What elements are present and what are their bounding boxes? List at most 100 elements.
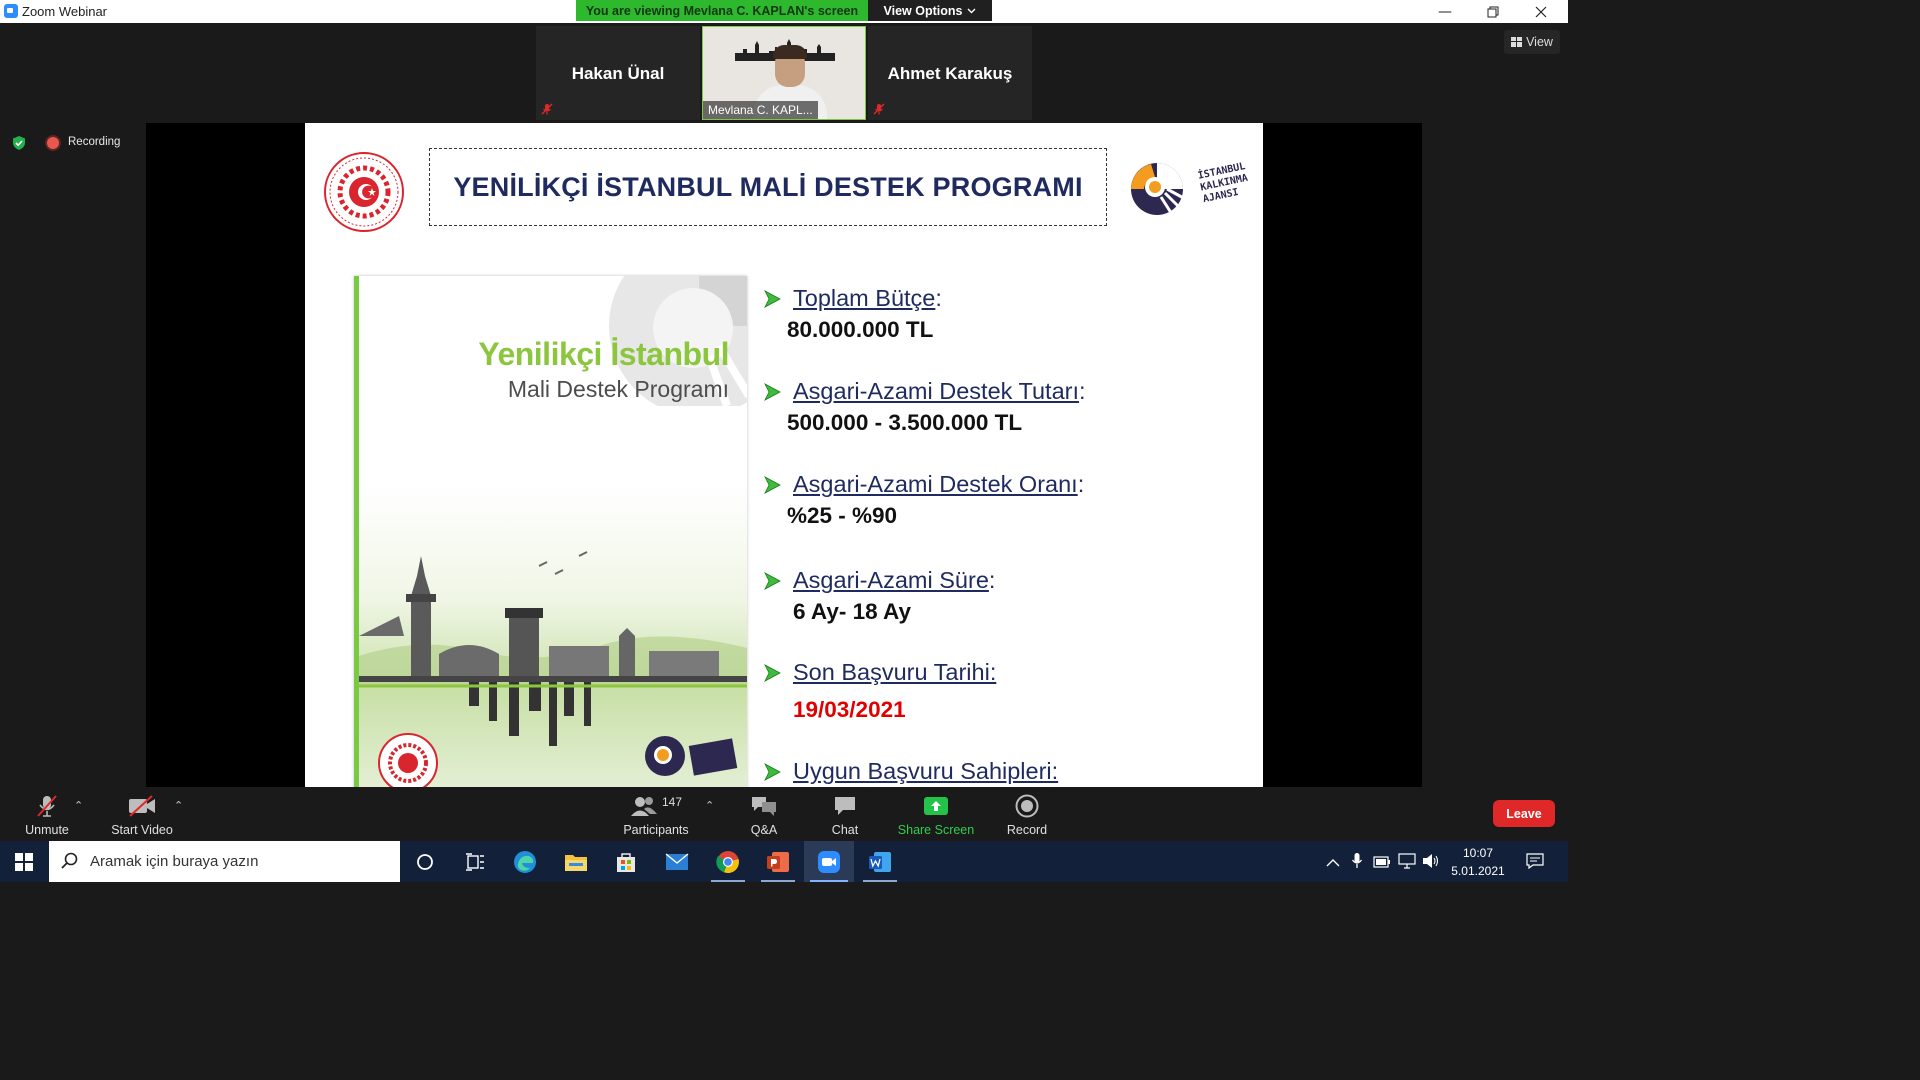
qa-label: Q&A (750, 823, 778, 837)
qa-button[interactable]: Q&A (736, 787, 792, 841)
store-icon (617, 852, 635, 872)
share-screen-label: Share Screen (897, 823, 975, 837)
bullet-label-suffix: : (935, 285, 942, 311)
unmute-button[interactable]: Unmute (18, 787, 76, 841)
restore-icon (1487, 6, 1499, 17)
participants-icon: 147 (630, 793, 682, 819)
chat-button[interactable]: Chat (818, 787, 872, 841)
taskbar-edge[interactable] (500, 841, 550, 882)
bullet-label: Uygun Başvuru Sahipleri: (793, 758, 1058, 785)
task-view-icon (466, 852, 484, 871)
taskbar-word[interactable] (855, 841, 905, 882)
green-arrow-icon (764, 383, 781, 401)
view-label: View (1526, 35, 1553, 49)
participant-tile-ahmet[interactable]: Ahmet Karakuş (868, 26, 1032, 120)
bullet-value: 6 Ay- 18 Ay (793, 599, 911, 624)
presentation-slide: YENİLİKÇİ İSTANBUL MALİ DESTEK PROGRAMI … (305, 123, 1263, 787)
program-brochure-cover: Yenilikçi İstanbul Mali Destek Programı (354, 276, 747, 787)
search-placeholder: Aramak için buraya yazın (90, 853, 259, 870)
tray-network-icon[interactable] (1398, 853, 1416, 874)
windows-logo-icon (15, 852, 33, 871)
taskbar-file-explorer[interactable] (551, 841, 601, 882)
meeting-toolbar: Unmute ⌃ Start Video ⌃ 147 Participants … (0, 787, 1568, 841)
word-icon (869, 851, 891, 872)
taskbar-zoom[interactable] (804, 841, 854, 882)
cortana-icon (417, 853, 433, 870)
ministry-seal-logo (324, 152, 404, 232)
brochure-agency-logo (645, 736, 738, 776)
participants-options-caret[interactable]: ⌃ (705, 799, 714, 812)
security-shield-icon[interactable] (11, 135, 27, 151)
tray-microphone-icon[interactable] (1351, 853, 1363, 874)
bullet-label-text: Uygun Başvuru Sahipleri: (793, 758, 1059, 784)
minimize-button[interactable]: — (1422, 0, 1468, 23)
brochure-seal-logo (378, 733, 438, 787)
clock-date: 5.01.2021 (1451, 864, 1505, 878)
taskbar-clock[interactable]: 10:07 5.01.2021 (1446, 844, 1510, 880)
audio-options-caret[interactable]: ⌃ (74, 799, 83, 812)
slide-title: YENİLİKÇİ İSTANBUL MALİ DESTEK PROGRAMI (453, 171, 1083, 202)
unmute-label: Unmute (25, 823, 69, 837)
bullet-label-text: Asgari-Azami Destek Oranı (793, 471, 1078, 497)
taskbar-mail[interactable] (652, 841, 702, 882)
close-icon (1535, 6, 1547, 17)
green-arrow-icon (764, 290, 781, 308)
grid-icon (1511, 37, 1523, 47)
bullet-label-text: Asgari-Azami Destek Tutarı (793, 378, 1080, 404)
muted-mic-icon (34, 793, 60, 819)
record-button[interactable]: Record (1000, 787, 1054, 841)
view-options-button[interactable]: View Options (868, 0, 992, 21)
video-options-caret[interactable]: ⌃ (174, 799, 183, 812)
share-screen-button[interactable]: Share Screen (896, 787, 976, 841)
tray-overflow-chevron-icon[interactable] (1326, 855, 1340, 873)
search-icon (61, 852, 78, 869)
participant-tile-mevlana[interactable]: Mevlana C. KAPL... (702, 26, 866, 120)
restore-button[interactable] (1470, 0, 1516, 23)
participant-tile-hakan[interactable]: Hakan Ünal (536, 26, 700, 120)
task-view-button[interactable] (450, 841, 500, 882)
bullet-label: Asgari-Azami Destek Tutarı: (793, 378, 1086, 405)
window-title: Zoom Webinar (22, 4, 108, 19)
bullet-label: Son Başvuru Tarihi: (793, 659, 996, 686)
cortana-button[interactable] (400, 841, 450, 882)
folder-icon (565, 854, 587, 871)
bullet-label-text: Son Başvuru Tarihi: (793, 659, 997, 685)
powerpoint-icon (767, 851, 789, 872)
view-layout-button[interactable]: View (1504, 30, 1560, 54)
muted-mic-icon (540, 102, 554, 116)
brochure-title-line1: Yenilikçi İstanbul (478, 336, 729, 372)
zoom-icon (818, 850, 840, 873)
notifications-icon[interactable] (1526, 853, 1544, 874)
record-icon (1015, 793, 1039, 819)
viewing-screen-banner: You are viewing Mevlana C. KAPLAN's scre… (576, 0, 868, 21)
bullet-value: 500.000 - 3.500.000 TL (787, 410, 1023, 435)
muted-mic-icon (872, 102, 886, 116)
tray-battery-icon[interactable] (1373, 855, 1391, 873)
close-button[interactable] (1518, 0, 1564, 23)
bullet-label-text: Asgari-Azami Süre (793, 567, 989, 593)
bullet-label-suffix: : (988, 567, 996, 593)
participant-name: Hakan Ünal (571, 64, 665, 83)
slide-title-box: YENİLİKÇİ İSTANBUL MALİ DESTEK PROGRAMI (429, 148, 1107, 226)
recording-label: Recording (68, 136, 121, 148)
view-options-label: View Options (883, 3, 963, 18)
start-button[interactable] (0, 841, 48, 882)
green-arrow-icon (764, 572, 781, 590)
taskbar-store[interactable] (601, 841, 651, 882)
tray-volume-icon[interactable] (1422, 853, 1440, 874)
edge-icon (514, 850, 536, 873)
green-arrow-icon (764, 476, 781, 494)
participant-name: Ahmet Karakuş (887, 64, 1013, 83)
green-arrow-icon (764, 763, 781, 781)
record-label: Record (1006, 823, 1048, 837)
qa-icon (750, 793, 778, 819)
chevron-down-icon (967, 8, 976, 13)
start-video-button[interactable]: Start Video (104, 787, 180, 841)
participants-count: 147 (661, 795, 683, 809)
leave-button[interactable]: Leave (1493, 800, 1555, 827)
taskbar-powerpoint[interactable] (753, 841, 803, 882)
share-screen-icon (923, 793, 949, 819)
participants-button[interactable]: 147 Participants (618, 787, 694, 841)
taskbar-chrome[interactable] (703, 841, 753, 882)
taskbar-search-box[interactable]: Aramak için buraya yazın (49, 841, 400, 882)
